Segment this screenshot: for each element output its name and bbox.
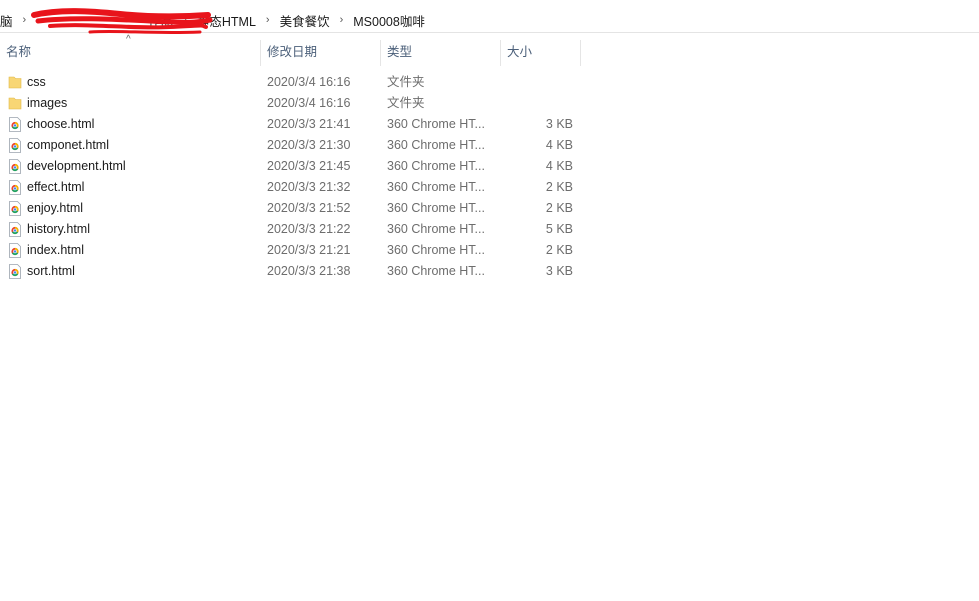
- file-type: 360 Chrome HT...: [387, 138, 485, 152]
- file-list: css 2020/3/4 16:16 文件夹 images 2020/3/4 1…: [0, 72, 600, 282]
- file-type: 360 Chrome HT...: [387, 159, 485, 173]
- folder-icon: [8, 76, 22, 89]
- file-type: 360 Chrome HT...: [387, 201, 485, 215]
- file-type: 360 Chrome HT...: [387, 264, 485, 278]
- column-header-row: ^ 名称 修改日期 类型 大小: [0, 34, 979, 66]
- file-date: 2020/3/4 16:16: [267, 96, 351, 110]
- file-date: 2020/3/3 21:21: [267, 243, 351, 257]
- html-file-icon: [9, 243, 21, 258]
- file-type: 360 Chrome HT...: [387, 222, 485, 236]
- file-date: 2020/3/3 21:45: [267, 159, 351, 173]
- breadcrumb-chevron-icon[interactable]: ›: [19, 14, 31, 26]
- html-file-icon: [9, 264, 21, 279]
- file-size: 4 KB: [545, 138, 573, 152]
- breadcrumb-item-computer[interactable]: 脑: [0, 11, 19, 30]
- breadcrumb-item-food[interactable]: 美食餐饮: [274, 11, 336, 30]
- column-header-name[interactable]: 名称: [0, 40, 261, 66]
- folder-icon: [8, 97, 22, 110]
- file-name: componet.html: [27, 138, 109, 152]
- file-name: sort.html: [27, 264, 75, 278]
- breadcrumb-item-works[interactable]: 作品: [30, 11, 179, 30]
- html-file-icon: [9, 201, 21, 216]
- file-date: 2020/3/3 21:22: [267, 222, 351, 236]
- column-header-date[interactable]: 修改日期: [261, 40, 381, 66]
- file-name: images: [27, 96, 68, 110]
- file-row[interactable]: effect.html 2020/3/3 21:32 360 Chrome HT…: [0, 177, 580, 198]
- file-name: choose.html: [27, 117, 95, 131]
- breadcrumb-chevron-icon[interactable]: ›: [336, 14, 348, 26]
- html-file-icon: [9, 138, 21, 153]
- html-file-icon: [9, 117, 21, 132]
- html-file-icon: [9, 159, 21, 174]
- breadcrumb-chevron-icon[interactable]: ›: [262, 14, 274, 26]
- file-name: index.html: [27, 243, 84, 257]
- file-name: development.html: [27, 159, 126, 173]
- file-date: 2020/3/3 21:30: [267, 138, 351, 152]
- file-name: history.html: [27, 222, 90, 236]
- file-type: 360 Chrome HT...: [387, 117, 485, 131]
- html-file-icon: [9, 180, 21, 195]
- file-type: 文件夹: [387, 75, 425, 89]
- file-row[interactable]: enjoy.html 2020/3/3 21:52 360 Chrome HT.…: [0, 198, 580, 219]
- file-row[interactable]: css 2020/3/4 16:16 文件夹: [0, 72, 580, 93]
- file-date: 2020/3/4 16:16: [267, 75, 351, 89]
- address-bar[interactable]: 脑 › 作品 › 静态HTML › 美食餐饮 › MS0008咖啡: [0, 8, 979, 33]
- file-name: effect.html: [27, 180, 85, 194]
- file-row[interactable]: componet.html 2020/3/3 21:30 360 Chrome …: [0, 135, 580, 156]
- breadcrumb-chevron-icon[interactable]: ›: [179, 14, 191, 26]
- file-size: 3 KB: [545, 264, 573, 278]
- file-row[interactable]: history.html 2020/3/3 21:22 360 Chrome H…: [0, 219, 580, 240]
- breadcrumb-item-current-folder[interactable]: MS0008咖啡: [347, 11, 431, 30]
- file-name: css: [27, 75, 46, 89]
- html-file-icon: [9, 222, 21, 237]
- file-date: 2020/3/3 21:38: [267, 264, 351, 278]
- file-size: 2 KB: [545, 201, 573, 215]
- file-size: 3 KB: [545, 117, 573, 131]
- file-size: 5 KB: [545, 222, 573, 236]
- file-size: 2 KB: [545, 243, 573, 257]
- column-header-type[interactable]: 类型: [381, 40, 501, 66]
- file-row[interactable]: index.html 2020/3/3 21:21 360 Chrome HT.…: [0, 240, 580, 261]
- file-row[interactable]: choose.html 2020/3/3 21:41 360 Chrome HT…: [0, 114, 580, 135]
- file-size: 2 KB: [545, 180, 573, 194]
- breadcrumb-item-static-html[interactable]: 静态HTML: [191, 11, 262, 30]
- file-date: 2020/3/3 21:32: [267, 180, 351, 194]
- file-type: 360 Chrome HT...: [387, 180, 485, 194]
- file-row[interactable]: images 2020/3/4 16:16 文件夹: [0, 93, 580, 114]
- file-date: 2020/3/3 21:41: [267, 117, 351, 131]
- file-name: enjoy.html: [27, 201, 84, 215]
- file-size: 4 KB: [545, 159, 573, 173]
- file-date: 2020/3/3 21:52: [267, 201, 351, 215]
- file-row[interactable]: sort.html 2020/3/3 21:38 360 Chrome HT..…: [0, 261, 580, 282]
- column-header-size[interactable]: 大小: [501, 40, 581, 66]
- file-type: 360 Chrome HT...: [387, 243, 485, 257]
- file-type: 文件夹: [387, 96, 425, 110]
- file-row[interactable]: development.html 2020/3/3 21:45 360 Chro…: [0, 156, 580, 177]
